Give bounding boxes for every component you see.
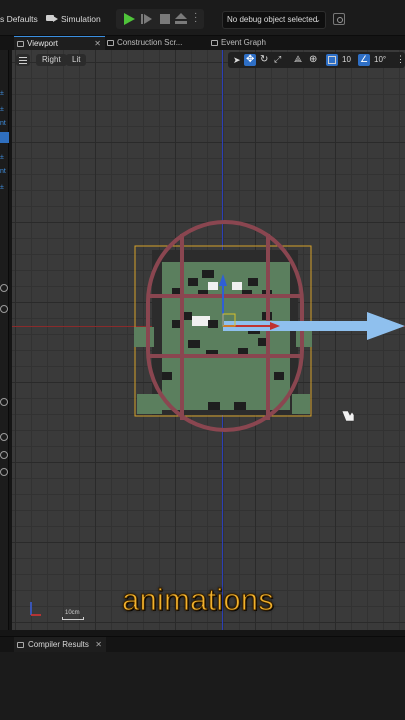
scene-canvas <box>134 220 405 432</box>
grid-snap-icon[interactable] <box>326 54 338 66</box>
bottom-tabbar: Compiler Results ✕ <box>0 636 405 653</box>
reset-icon[interactable] <box>0 398 8 406</box>
surface-snap-icon[interactable]: ⟁ <box>292 54 304 66</box>
tab-label: Construction Scr... <box>117 38 183 47</box>
panel-row[interactable]: ± <box>0 90 9 98</box>
tab-construction-script[interactable]: Construction Scr... <box>104 36 204 50</box>
tab-label: Compiler Results <box>28 640 89 649</box>
grid-snap-value[interactable]: 10 <box>342 54 351 66</box>
world-local-icon[interactable]: ⊕ <box>308 54 320 66</box>
axis-indicator-icon <box>30 602 41 616</box>
cursor-icon <box>341 410 355 422</box>
close-icon[interactable]: ✕ <box>95 637 102 653</box>
simulation-icon <box>46 14 58 23</box>
simulation-label: Simulation <box>61 14 101 24</box>
panel-row[interactable]: nt <box>0 120 9 128</box>
play-controls: · · · <box>116 9 204 29</box>
compiler-tab-icon <box>17 642 24 648</box>
reset-icon[interactable] <box>0 305 8 313</box>
reset-icon[interactable] <box>0 433 8 441</box>
debug-select-value: No debug object selected <box>227 15 318 24</box>
chevron-down-icon: ⌄ <box>314 15 321 24</box>
eject-icon[interactable] <box>174 12 188 26</box>
viewport[interactable]: Right Lit ➤ ✥ ↻ ⤢ ⟁ ⊕ 10 ∠ 10° ⋮ 10cm an… <box>12 50 405 630</box>
tab-label: Event Graph <box>221 38 266 47</box>
compiler-results-panel <box>0 652 405 720</box>
debug-object-select[interactable]: No debug object selected ⌄ <box>222 11 326 29</box>
panel-row[interactable]: ± <box>0 184 9 192</box>
viewport-toolbar: ➤ ✥ ↻ ⤢ ⟁ ⊕ 10 ∠ 10° ⋮ <box>228 52 405 68</box>
scale-icon[interactable]: ⤢ <box>272 54 284 66</box>
viewport-tab-icon <box>17 41 24 47</box>
blueprint-editor: s Defaults Simulation · · · No debug objec… <box>0 0 405 720</box>
rotation-snap-value[interactable]: 10° <box>374 54 386 66</box>
close-icon[interactable]: ✕ <box>94 37 101 51</box>
components-panel-edge: ± ± nt ± nt ± <box>0 50 9 630</box>
panel-row[interactable]: ± <box>0 154 9 162</box>
function-tab-icon <box>107 40 114 46</box>
main-toolbar: s Defaults Simulation · · · No debug objec… <box>0 0 405 36</box>
tab-viewport[interactable]: Viewport ✕ <box>14 36 105 50</box>
translate-icon[interactable]: ✥ <box>244 54 256 66</box>
class-defaults-button[interactable]: s Defaults <box>0 11 38 27</box>
scale-label: 10cm <box>65 610 80 616</box>
hamburger-icon[interactable] <box>16 54 30 66</box>
panel-row[interactable]: ± <box>0 106 9 114</box>
selected-panel-row[interactable] <box>0 132 9 143</box>
rotate-icon[interactable]: ↻ <box>258 54 270 66</box>
reset-icon[interactable] <box>0 451 8 459</box>
tab-event-graph[interactable]: Event Graph <box>208 36 288 50</box>
lighting-mode-button[interactable]: Lit <box>66 54 87 66</box>
scale-bar <box>62 617 84 620</box>
play-icon[interactable] <box>122 12 136 26</box>
simulation-button[interactable]: Simulation <box>46 11 101 27</box>
reset-icon[interactable] <box>0 468 8 476</box>
camera-speed-icon[interactable]: ⋮ <box>394 54 405 66</box>
gear-icon[interactable] <box>0 284 8 292</box>
angle-snap-icon[interactable]: ∠ <box>358 54 370 66</box>
video-caption: animations <box>122 582 275 618</box>
tab-label: Viewport <box>27 39 58 48</box>
graph-tab-icon <box>211 40 218 46</box>
more-icon[interactable]: · · · <box>194 9 198 27</box>
view-mode-button[interactable]: Right <box>36 54 67 66</box>
debug-filter-icon[interactable] <box>333 13 345 25</box>
step-icon[interactable] <box>140 12 154 26</box>
tab-compiler-results[interactable]: Compiler Results ✕ <box>14 637 106 653</box>
editor-tabbar: Viewport ✕ Construction Scr... Event Gra… <box>0 36 405 50</box>
stop-icon[interactable] <box>158 12 172 26</box>
panel-row[interactable]: nt <box>0 168 9 176</box>
select-icon[interactable]: ➤ <box>230 54 242 66</box>
